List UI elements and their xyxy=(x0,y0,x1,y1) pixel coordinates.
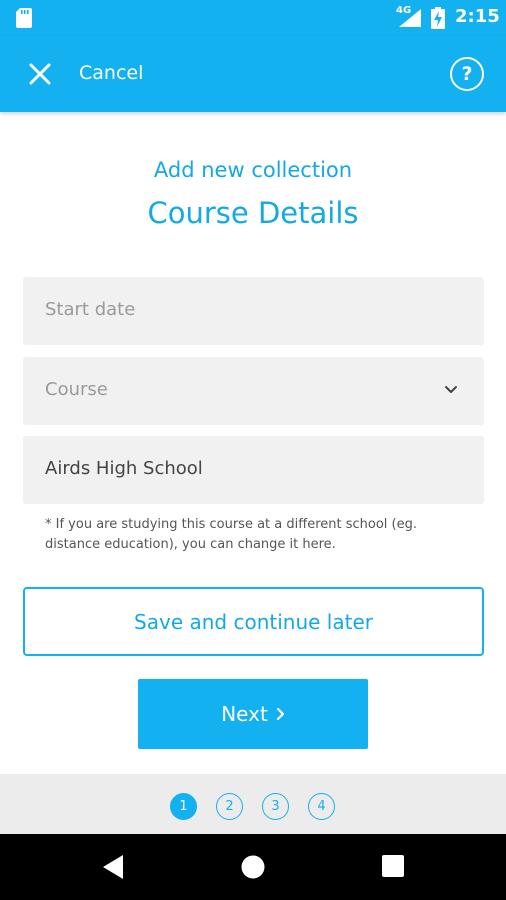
clock: 2:15 xyxy=(455,6,500,27)
back-icon[interactable] xyxy=(101,854,125,880)
school-value: Airds High School xyxy=(45,458,203,479)
next-button-label: Next xyxy=(221,702,268,726)
course-select[interactable]: Course xyxy=(23,357,484,425)
chevron-down-icon xyxy=(445,386,457,393)
app-bar: Cancel ? xyxy=(0,36,506,112)
help-icon: ? xyxy=(461,63,473,85)
next-button[interactable]: Next xyxy=(138,679,368,749)
home-icon[interactable] xyxy=(241,855,265,879)
save-button-label: Save and continue later xyxy=(134,609,373,634)
battery-charging-icon xyxy=(431,7,445,29)
chevron-right-icon xyxy=(276,707,284,721)
close-button[interactable] xyxy=(22,56,58,92)
page-subtitle: Add new collection xyxy=(153,158,353,182)
school-field[interactable]: Airds High School xyxy=(23,436,484,504)
step-4[interactable]: 4 xyxy=(308,793,335,820)
step-2[interactable]: 2 xyxy=(216,793,243,820)
step-indicator: 1 2 3 4 xyxy=(0,774,506,834)
start-date-placeholder: Start date xyxy=(45,299,136,320)
help-button[interactable]: ? xyxy=(450,57,484,91)
recents-icon[interactable] xyxy=(382,855,404,877)
start-date-field[interactable]: Start date xyxy=(23,277,484,345)
step-3[interactable]: 3 xyxy=(262,793,289,820)
system-nav-bar xyxy=(0,834,506,900)
close-icon xyxy=(29,63,51,85)
school-note: * If you are studying this course at a d… xyxy=(45,517,417,552)
signal-icon xyxy=(399,9,421,27)
course-placeholder: Course xyxy=(45,379,108,400)
step-1[interactable]: 1 xyxy=(170,793,197,820)
cancel-button[interactable]: Cancel xyxy=(79,62,143,84)
sd-card-icon xyxy=(16,8,32,28)
page-title: Course Details xyxy=(147,196,359,230)
save-continue-later-button[interactable]: Save and continue later xyxy=(23,587,484,656)
status-bar: 4G 2:15 xyxy=(0,0,506,36)
